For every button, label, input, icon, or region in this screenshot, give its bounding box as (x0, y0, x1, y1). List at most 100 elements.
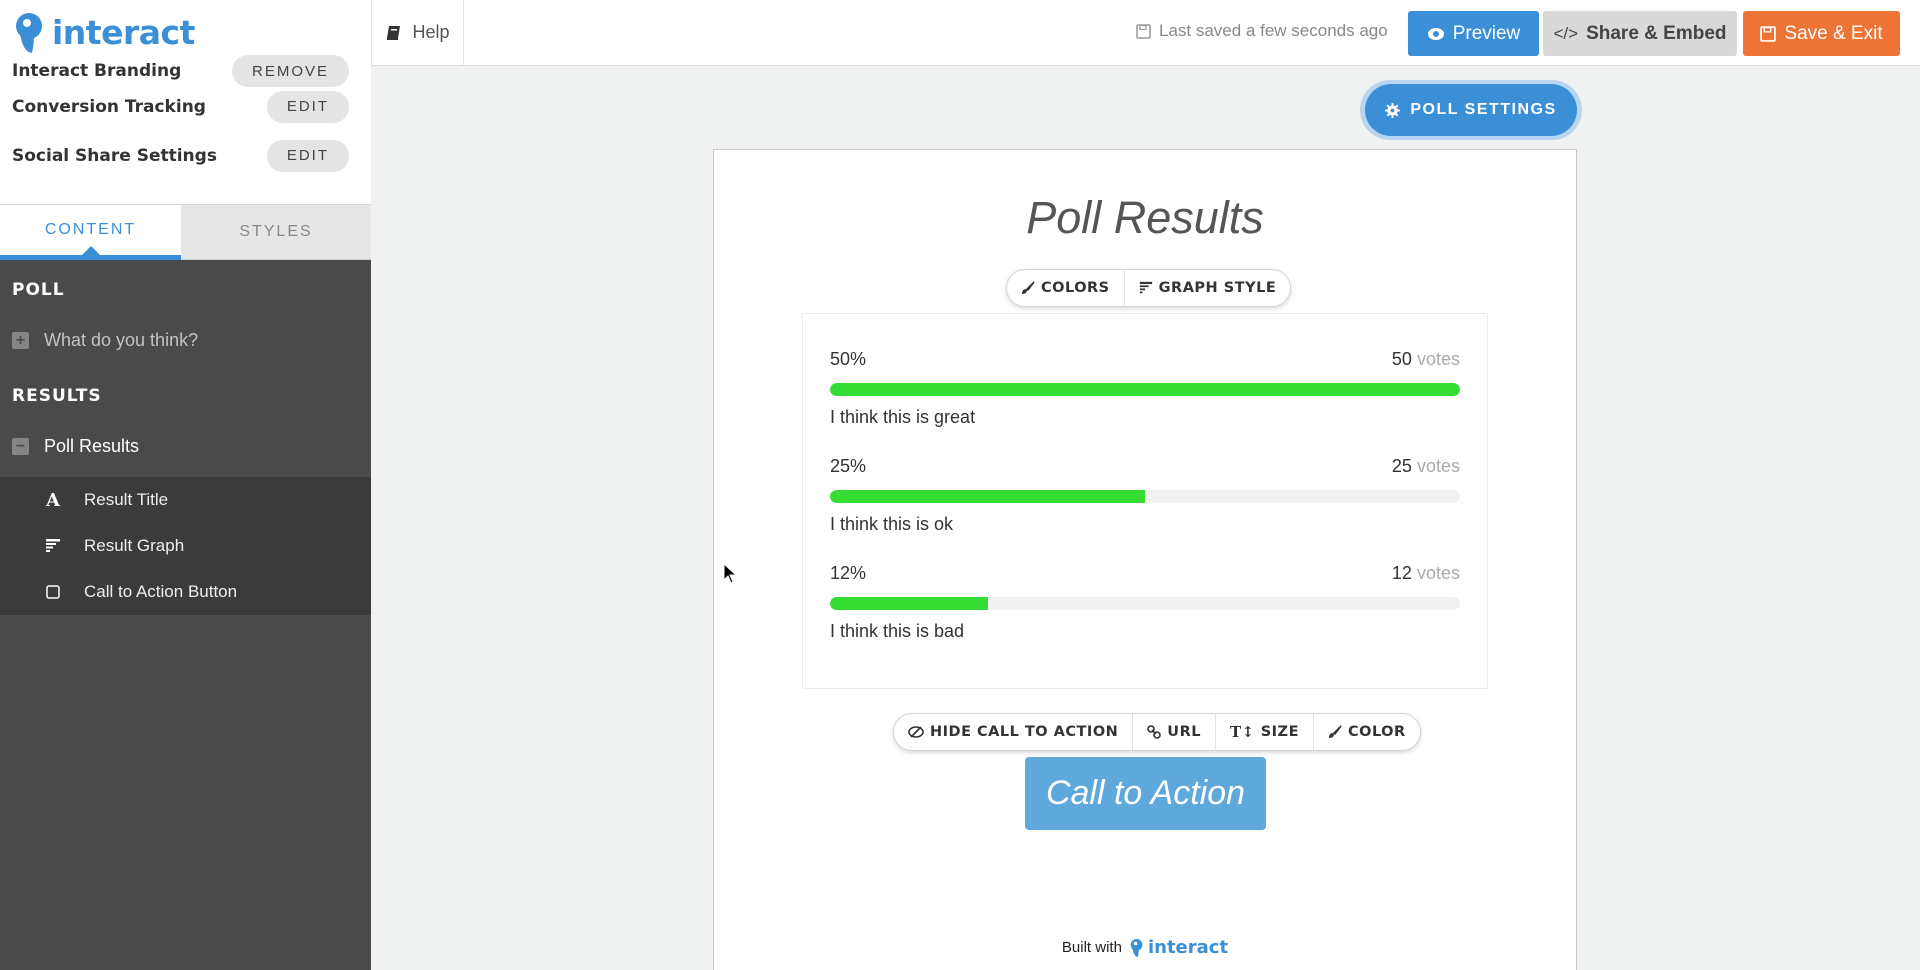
setting-label: Social Share Settings (12, 145, 217, 166)
colors-label: COLORS (1041, 280, 1110, 296)
tree-item-label: Poll Results (44, 435, 140, 456)
url-label: URL (1167, 724, 1201, 740)
text-size-icon: T↕ (1229, 723, 1255, 741)
edit-social-share-button[interactable]: EDIT (266, 139, 349, 172)
hide-cta-button[interactable]: HIDE CALL TO ACTION (894, 714, 1132, 750)
sidebar-tabs: CONTENT STYLES (0, 205, 371, 260)
settings-list: Interact Branding REMOVE Conversion Trac… (0, 55, 371, 205)
result-votes: 25 votes (1391, 456, 1460, 476)
setting-social-share: Social Share Settings EDIT (0, 131, 371, 180)
brush-icon (1022, 281, 1035, 294)
built-with-logo[interactable]: interact (1128, 937, 1228, 958)
result-percent: 25% (830, 456, 867, 476)
mouse-cursor-icon (723, 563, 738, 584)
eye-icon (1427, 27, 1444, 40)
interact-logo[interactable]: interact (10, 12, 195, 54)
result-label: I think this is ok (830, 514, 954, 534)
result-bar-fill (830, 597, 988, 610)
collapse-icon[interactable]: − (12, 437, 29, 455)
result-bar-fill (830, 490, 1145, 503)
save-status: Last saved a few seconds ago (1136, 21, 1388, 41)
size-button[interactable]: T↕ SIZE (1214, 714, 1313, 750)
hide-cta-label: HIDE CALL TO ACTION (930, 724, 1119, 740)
setting-interact-branding: Interact Branding REMOVE (0, 55, 371, 87)
save-exit-label: Save & Exit (1784, 22, 1883, 44)
book-icon (387, 25, 401, 40)
poll-settings-button[interactable]: POLL SETTINGS (1365, 84, 1577, 136)
colors-button[interactable]: COLORS (1007, 270, 1124, 306)
floppy-icon (1136, 23, 1151, 39)
tab-content[interactable]: CONTENT (0, 205, 181, 260)
result-graph[interactable]: 50% 50 votes I think this is great 25% 25 … (802, 313, 1488, 689)
text-icon: A (46, 489, 60, 511)
subitem-label: Result Title (84, 490, 169, 509)
result-row: 25% 25 votes I think this is ok (830, 456, 1460, 535)
link-icon (1147, 725, 1162, 739)
section-poll-heading: POLL (12, 280, 65, 300)
save-exit-button[interactable]: Save & Exit (1743, 11, 1900, 56)
share-embed-button[interactable]: </> Share & Embed (1543, 11, 1737, 56)
graph-style-button[interactable]: GRAPH STYLE (1123, 270, 1291, 306)
tree-item-label: What do you think? (44, 329, 199, 350)
subitem-cta-button[interactable]: Call to Action Button (0, 569, 371, 615)
code-icon: </> (1553, 23, 1579, 43)
result-subitems: A Result Title Result Graph Call to Acti… (0, 477, 371, 615)
preview-label: Preview (1452, 22, 1521, 44)
subitem-result-graph[interactable]: Result Graph (0, 523, 371, 569)
help-label: Help (412, 22, 450, 42)
preview-button[interactable]: Preview (1408, 11, 1539, 56)
built-with-footer: Built with interact (714, 937, 1576, 958)
result-percent: 50% (830, 349, 867, 369)
size-label: SIZE (1260, 724, 1299, 740)
share-label: Share & Embed (1586, 22, 1727, 44)
button-icon (44, 585, 62, 599)
result-bar-track (830, 383, 1460, 396)
result-row: 12% 12 votes I think this is bad (830, 563, 1460, 642)
setting-label: Interact Branding (12, 61, 182, 81)
result-row: 50% 50 votes I think this is great (830, 349, 1460, 428)
subitem-result-title[interactable]: A Result Title (0, 477, 371, 523)
result-percent: 12% (830, 563, 867, 583)
poll-settings-label: POLL SETTINGS (1410, 101, 1557, 118)
interact-logo-icon (1130, 938, 1143, 957)
expand-icon[interactable]: + (12, 331, 29, 349)
section-results-heading: RESULTS (12, 386, 102, 406)
save-status-text: Last saved a few seconds ago (1159, 21, 1388, 40)
result-bar-fill (830, 383, 1460, 396)
result-votes: 50 votes (1391, 349, 1460, 369)
result-label: I think this is bad (830, 621, 965, 641)
interact-logo-icon (16, 13, 42, 53)
subitem-label: Result Graph (84, 536, 185, 555)
graph-icon (1139, 281, 1152, 294)
call-to-action-button[interactable]: Call to Action (1025, 757, 1266, 830)
poll-settings-halo: POLL SETTINGS (1360, 80, 1582, 140)
result-votes: 12 votes (1391, 563, 1460, 583)
color-label: COLOR (1347, 724, 1406, 740)
result-label: I think this is great (830, 407, 976, 427)
help-button[interactable]: Help (371, 0, 464, 65)
tab-styles[interactable]: STYLES (181, 205, 371, 260)
tree-item-question[interactable]: + What do you think? (0, 320, 371, 360)
result-bar-track (830, 490, 1460, 503)
setting-conversion-tracking: Conversion Tracking EDIT (0, 82, 371, 131)
edit-conversion-tracking-button[interactable]: EDIT (266, 90, 349, 123)
result-title[interactable]: Poll Results (714, 192, 1576, 244)
result-bar-track (830, 597, 1460, 610)
logo-text: interact (52, 13, 195, 52)
color-button[interactable]: COLOR (1312, 714, 1420, 750)
sidebar: Interact Branding REMOVE Conversion Trac… (0, 55, 371, 970)
remove-branding-button[interactable]: REMOVE (231, 55, 349, 87)
graph-style-label: GRAPH STYLE (1158, 280, 1277, 296)
tree-item-poll-results[interactable]: − Poll Results (0, 426, 371, 466)
eye-slash-icon (908, 726, 924, 738)
graph-icon (44, 538, 62, 554)
brush-icon (1328, 725, 1342, 738)
url-button[interactable]: URL (1132, 714, 1215, 750)
graph-toolbar: COLORS GRAPH STYLE (1006, 269, 1292, 307)
floppy-icon (1760, 25, 1777, 42)
built-with-text: Built with (1061, 939, 1122, 956)
gear-icon (1385, 102, 1401, 118)
setting-label: Conversion Tracking (12, 96, 206, 117)
cta-toolbar: HIDE CALL TO ACTION URL T↕ SIZE COLOR (893, 713, 1421, 751)
subitem-label: Call to Action Button (84, 582, 238, 601)
